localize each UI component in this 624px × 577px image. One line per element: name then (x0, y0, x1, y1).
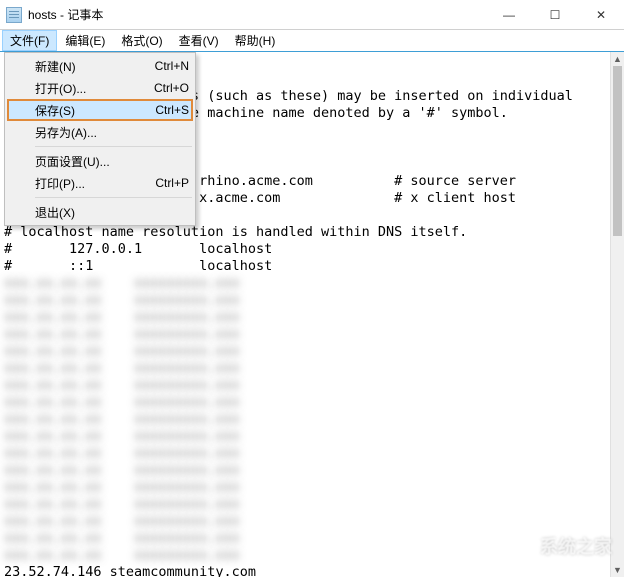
menu-separator (35, 146, 192, 147)
menu-view[interactable]: 查看(V) (171, 30, 227, 51)
menu-item-saveas[interactable]: 另存为(A)... (7, 121, 193, 143)
menu-item-print[interactable]: 打印(P)... Ctrl+P (7, 172, 193, 194)
menu-file[interactable]: 文件(F) (2, 30, 57, 51)
scroll-thumb[interactable] (613, 66, 622, 236)
vertical-scrollbar[interactable]: ▲ ▼ (610, 52, 624, 577)
title-left: hosts - 记事本 (0, 6, 103, 23)
menu-item-pagesetup[interactable]: 页面设置(U)... (7, 150, 193, 172)
menu-format[interactable]: 格式(O) (113, 30, 170, 51)
minimize-button[interactable]: — (486, 0, 532, 30)
menu-item-shortcut: Ctrl+S (155, 103, 189, 117)
menu-item-label: 退出(X) (35, 204, 169, 221)
menu-item-shortcut: Ctrl+P (155, 176, 189, 190)
titlebar: hosts - 记事本 — ☐ ✕ (0, 0, 624, 30)
menu-item-label: 另存为(A)... (35, 124, 169, 141)
menu-item-label: 页面设置(U)... (35, 153, 169, 170)
close-button[interactable]: ✕ (578, 0, 624, 30)
menu-item-save[interactable]: 保存(S) Ctrl+S (7, 99, 193, 121)
notepad-icon (6, 7, 22, 23)
menu-item-label: 打开(O)... (35, 80, 134, 97)
content-line: # localhost name resolution is handled w… (4, 224, 467, 240)
menu-item-new[interactable]: 新建(N) Ctrl+N (7, 55, 193, 77)
menu-item-label: 打印(P)... (35, 175, 135, 192)
file-menu-dropdown: 新建(N) Ctrl+N 打开(O)... Ctrl+O 保存(S) Ctrl+… (4, 52, 196, 226)
menu-item-exit[interactable]: 退出(X) (7, 201, 193, 223)
blurred-content: xxx.xx.xx.xx xxxxxxxxx.xxx xxx.xx.xx.xx … (4, 275, 240, 563)
scroll-up-icon[interactable]: ▲ (611, 52, 624, 66)
menu-item-label: 新建(N) (35, 58, 135, 75)
content-line: # ::1 localhost (4, 258, 272, 274)
menu-item-shortcut: Ctrl+O (154, 81, 189, 95)
menu-help[interactable]: 帮助(H) (227, 30, 284, 51)
menu-edit[interactable]: 编辑(E) (57, 30, 113, 51)
window-title: hosts - 记事本 (28, 6, 103, 23)
hosts-entry: 23.52.74.146 steamcommunity.com (4, 564, 256, 577)
menu-item-open[interactable]: 打开(O)... Ctrl+O (7, 77, 193, 99)
scroll-down-icon[interactable]: ▼ (611, 563, 624, 577)
menu-item-label: 保存(S) (35, 102, 135, 119)
menu-item-shortcut: Ctrl+N (155, 59, 189, 73)
maximize-button[interactable]: ☐ (532, 0, 578, 30)
menu-separator (35, 197, 192, 198)
menubar: 文件(F) 编辑(E) 格式(O) 查看(V) 帮助(H) (0, 30, 624, 52)
window-controls: — ☐ ✕ (486, 0, 624, 30)
content-line: # 127.0.0.1 localhost (4, 241, 272, 257)
